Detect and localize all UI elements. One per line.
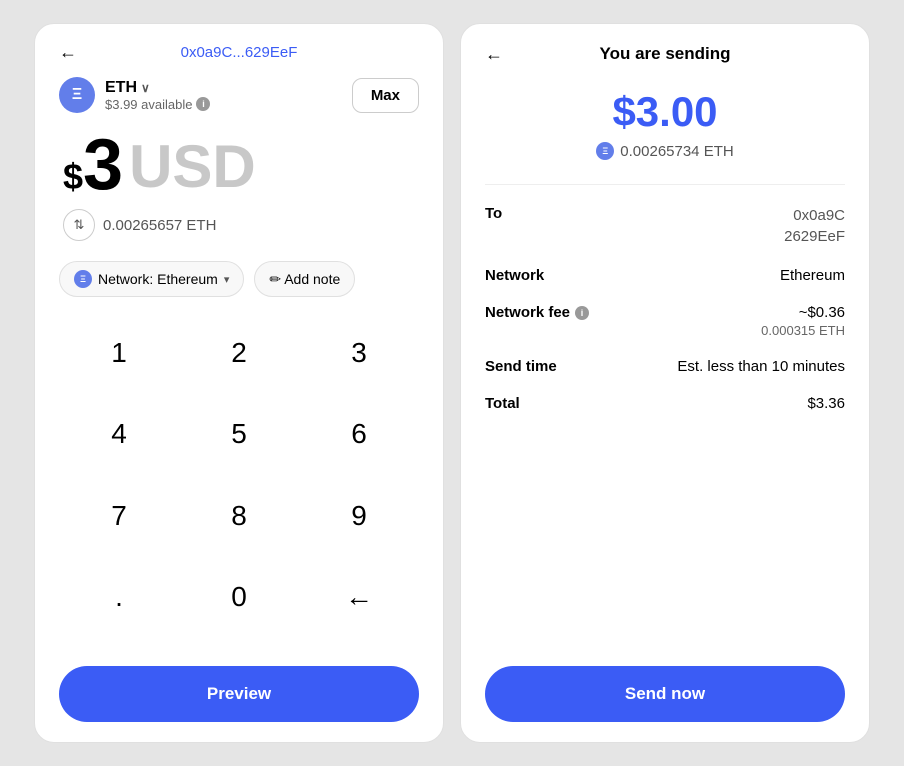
swap-icon[interactable]: ⇅	[63, 209, 95, 241]
divider	[485, 184, 845, 185]
token-details: ETH ∨ $3.99 available i	[105, 79, 210, 112]
numpad-key-backspace[interactable]: ←	[299, 565, 419, 629]
total-value: $3.36	[807, 395, 845, 412]
numpad-key-3[interactable]: 3	[299, 321, 419, 385]
fee-label: Network fee	[485, 304, 570, 321]
token-available: $3.99 available i	[105, 97, 210, 112]
info-icon[interactable]: i	[196, 97, 210, 111]
amount-display: $ 3 USD	[59, 129, 419, 201]
send-screen-left: ← 0x0a9C...629EeF Ξ ETH ∨ $3.99 availabl…	[34, 23, 444, 743]
to-address-line2: 2629EeF	[784, 226, 845, 247]
numpad-key-9[interactable]: 9	[299, 484, 419, 548]
numpad: 1 2 3 4 5 6 7 8 9 . 0 ←	[59, 321, 419, 646]
numpad-key-8[interactable]: 8	[179, 484, 299, 548]
send-time-label: Send time	[485, 358, 557, 375]
max-button[interactable]: Max	[352, 78, 419, 113]
right-header: ← You are sending	[485, 44, 845, 64]
token-info: Ξ ETH ∨ $3.99 available i	[59, 77, 210, 113]
sending-amount: $3.00	[485, 88, 845, 136]
sending-eth-row: Ξ 0.00265734 ETH	[485, 142, 845, 160]
numpad-key-7[interactable]: 7	[59, 484, 179, 548]
fee-value: ~$0.36	[761, 304, 845, 321]
back-button-right[interactable]: ←	[485, 44, 503, 65]
network-value: Ethereum	[780, 267, 845, 284]
network-chevron-icon: ▾	[224, 273, 230, 286]
amount-number: 3	[83, 129, 123, 201]
sending-eth-amount: 0.00265734 ETH	[620, 143, 733, 160]
eth-amount-text: 0.00265657 ETH	[103, 217, 216, 234]
to-row: To 0x0a9C 2629EeF	[485, 205, 845, 247]
network-label: Network	[485, 267, 544, 284]
total-label: Total	[485, 395, 520, 412]
total-row: Total $3.36	[485, 395, 845, 412]
token-chevron-icon: ∨	[141, 81, 150, 95]
numpad-key-5[interactable]: 5	[179, 402, 299, 466]
fee-row: Network fee i ~$0.36 0.000315 ETH	[485, 304, 845, 338]
network-button[interactable]: Ξ Network: Ethereum ▾	[59, 261, 244, 297]
to-label: To	[485, 205, 502, 222]
fee-eth-value: 0.000315 ETH	[761, 323, 845, 338]
token-row: Ξ ETH ∨ $3.99 available i Max	[59, 77, 419, 113]
preview-button[interactable]: Preview	[59, 666, 419, 722]
sending-eth-icon: Ξ	[596, 142, 614, 160]
dollar-sign: $	[63, 159, 83, 195]
to-address-line1: 0x0a9C	[784, 205, 845, 226]
numpad-key-0[interactable]: 0	[179, 565, 299, 629]
network-row: Network Ethereum	[485, 267, 845, 284]
left-header: ← 0x0a9C...629EeF	[59, 44, 419, 61]
send-time-value: Est. less than 10 minutes	[677, 358, 845, 375]
fee-label-container: Network fee i	[485, 304, 589, 321]
back-button-left[interactable]: ←	[59, 42, 77, 63]
numpad-key-dot[interactable]: .	[59, 565, 179, 629]
numpad-key-4[interactable]: 4	[59, 402, 179, 466]
send-now-button[interactable]: Send now	[485, 666, 845, 722]
numpad-key-1[interactable]: 1	[59, 321, 179, 385]
network-label: Network: Ethereum	[98, 271, 218, 287]
numpad-key-2[interactable]: 2	[179, 321, 299, 385]
send-confirm-screen: ← You are sending $3.00 Ξ 0.00265734 ETH…	[460, 23, 870, 743]
token-name[interactable]: ETH ∨	[105, 79, 210, 97]
network-eth-icon: Ξ	[74, 270, 92, 288]
send-time-row: Send time Est. less than 10 minutes	[485, 358, 845, 375]
eth-conversion-row: ⇅ 0.00265657 ETH	[59, 209, 419, 241]
options-row: Ξ Network: Ethereum ▾ ✏ Add note	[59, 261, 419, 297]
amount-currency: USD	[129, 137, 256, 197]
wallet-address[interactable]: 0x0a9C...629EeF	[181, 44, 298, 61]
eth-icon: Ξ	[59, 77, 95, 113]
add-note-button[interactable]: ✏ Add note	[254, 261, 355, 297]
sending-usd-amount: $3.00	[485, 88, 845, 136]
fee-info-icon[interactable]: i	[575, 306, 589, 320]
numpad-key-6[interactable]: 6	[299, 402, 419, 466]
page-title: You are sending	[600, 44, 731, 64]
